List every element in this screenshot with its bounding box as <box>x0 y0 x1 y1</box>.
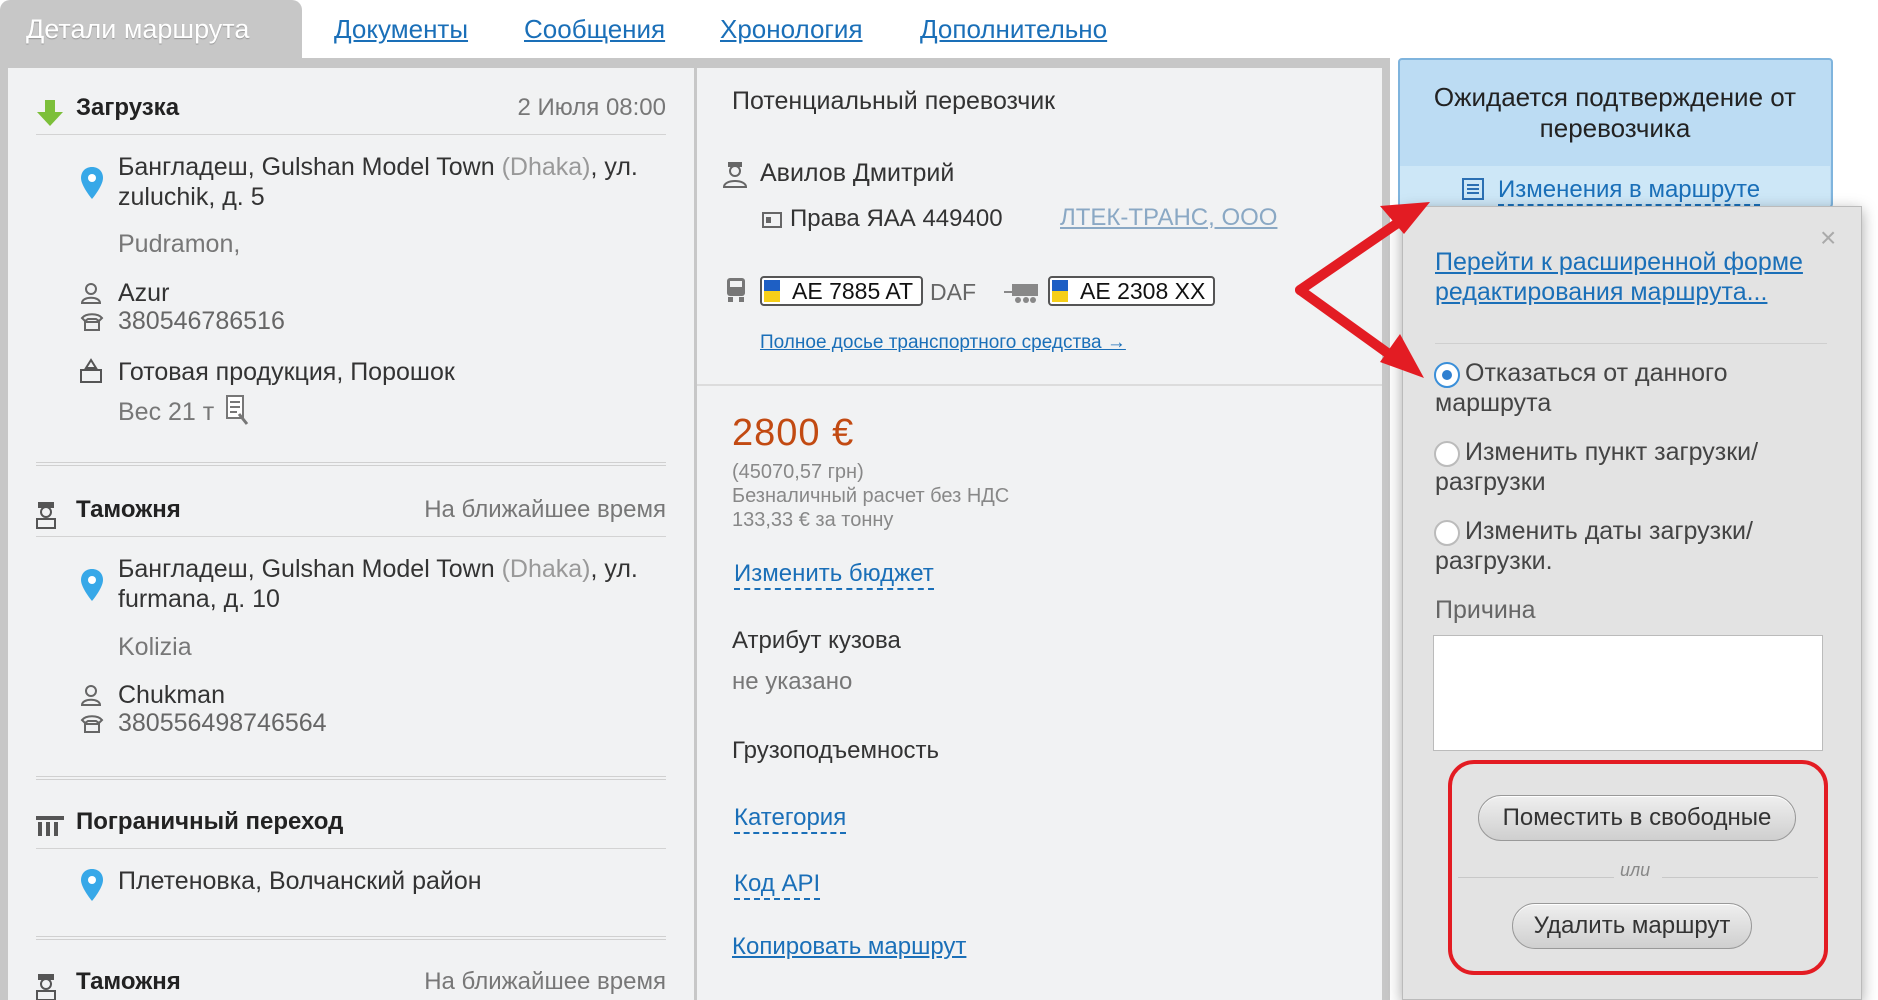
arrow-head <box>1380 334 1424 378</box>
annotation-arrows <box>1295 202 1430 378</box>
